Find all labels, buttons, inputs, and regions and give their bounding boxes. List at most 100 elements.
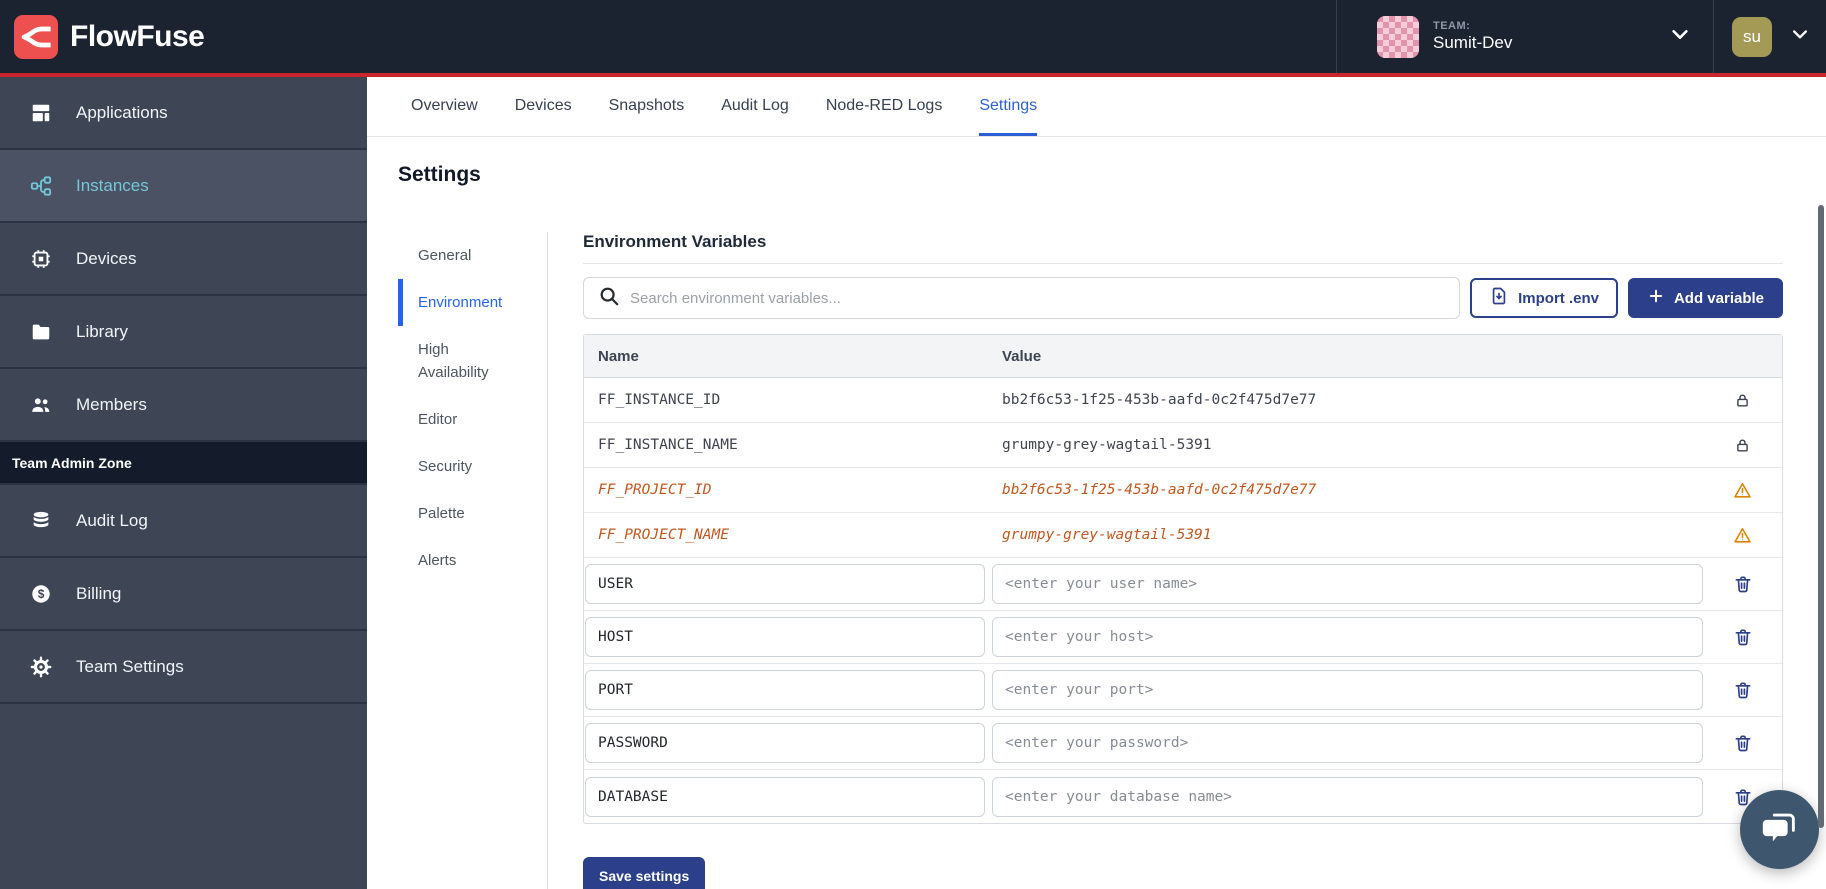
env-var-value-input[interactable]	[992, 723, 1703, 763]
sidebar-item-library[interactable]: Library	[0, 296, 367, 369]
plus-icon	[1647, 287, 1665, 309]
svg-text:$: $	[38, 587, 45, 601]
lock-icon	[1703, 437, 1782, 454]
topbar: FlowFuse TEAM: Sumit-Dev su	[0, 0, 1826, 77]
column-header-value: Value	[1002, 348, 1703, 365]
sidebar-item-applications[interactable]: Applications	[0, 77, 367, 150]
team-admin-zone-label: Team Admin Zone	[0, 442, 367, 485]
folder-icon	[30, 321, 52, 343]
env-var-value: grumpy-grey-wagtail-5391	[1002, 437, 1703, 453]
sidebar-item-instances[interactable]: Instances	[0, 150, 367, 223]
sidebar-item-billing[interactable]: $ Billing	[0, 558, 367, 631]
gear-icon	[30, 656, 52, 678]
env-var-value-input[interactable]	[992, 777, 1703, 817]
table-header: Name Value	[584, 335, 1782, 378]
flowfuse-logo-icon	[14, 15, 58, 59]
brand[interactable]: FlowFuse	[14, 15, 204, 59]
chevron-down-icon	[1790, 24, 1810, 49]
dollar-icon: $	[30, 583, 52, 605]
table-row-editable	[584, 717, 1782, 770]
column-header-name: Name	[584, 348, 1002, 365]
warning-icon	[1703, 481, 1782, 500]
env-var-name: FF_INSTANCE_ID	[584, 392, 1002, 408]
delete-variable-button[interactable]	[1733, 680, 1753, 700]
user-menu[interactable]: su	[1713, 0, 1826, 73]
settings-nav-palette[interactable]: Palette	[398, 490, 547, 537]
sidebar-item-audit-log[interactable]: Audit Log	[0, 485, 367, 558]
env-var-name: FF_PROJECT_NAME	[584, 527, 1002, 543]
search-icon	[598, 285, 620, 312]
sidebar-item-label: Team Settings	[76, 657, 184, 677]
settings-nav-general[interactable]: General	[398, 232, 547, 279]
users-icon	[30, 394, 52, 416]
table-row-editable	[584, 611, 1782, 664]
settings-nav-editor[interactable]: Editor	[398, 396, 547, 443]
table-row-editable	[584, 664, 1782, 717]
sidebar-item-label: Audit Log	[76, 511, 148, 531]
chat-widget-button[interactable]	[1740, 790, 1819, 869]
delete-variable-button[interactable]	[1733, 733, 1753, 753]
search-input[interactable]	[630, 290, 1445, 307]
env-var-value-input[interactable]	[992, 670, 1703, 710]
env-var-name-input[interactable]	[585, 564, 985, 604]
env-var-name: FF_INSTANCE_NAME	[584, 437, 1002, 453]
tab-audit-log[interactable]: Audit Log	[721, 77, 789, 136]
settings-nav-security[interactable]: Security	[398, 443, 547, 490]
sidebar-item-label: Members	[76, 395, 147, 415]
user-avatar: su	[1732, 17, 1772, 57]
import-env-button[interactable]: Import .env	[1470, 278, 1618, 318]
tab-settings[interactable]: Settings	[979, 77, 1037, 136]
env-var-value: grumpy-grey-wagtail-5391	[1002, 527, 1703, 543]
tab-overview[interactable]: Overview	[411, 77, 478, 136]
add-variable-button[interactable]: Add variable	[1628, 278, 1783, 318]
warning-icon	[1703, 526, 1782, 545]
table-row-deprecated: FF_PROJECT_NAME grumpy-grey-wagtail-5391	[584, 513, 1782, 558]
delete-variable-button[interactable]	[1733, 627, 1753, 647]
table-row-deprecated: FF_PROJECT_ID bb2f6c53-1f25-453b-aafd-0c…	[584, 468, 1782, 513]
env-var-name-input[interactable]	[585, 777, 985, 817]
sidebar-item-team-settings[interactable]: Team Settings	[0, 631, 367, 704]
settings-page: Settings General Environment High Availa…	[367, 137, 1826, 889]
env-var-value: bb2f6c53-1f25-453b-aafd-0c2f475d7e77	[1002, 482, 1703, 498]
env-table: Name Value FF_INSTANCE_ID bb2f6c53-1f25-…	[583, 334, 1783, 824]
chevron-down-icon	[1669, 23, 1691, 50]
settings-nav-high-availability[interactable]: High Availability	[398, 326, 547, 396]
import-file-icon	[1489, 286, 1509, 310]
table-row: FF_INSTANCE_NAME grumpy-grey-wagtail-539…	[584, 423, 1782, 468]
env-var-value-input[interactable]	[992, 564, 1703, 604]
save-settings-button[interactable]: Save settings	[583, 857, 705, 889]
brand-name: FlowFuse	[70, 20, 204, 54]
team-text: TEAM: Sumit-Dev	[1433, 20, 1512, 53]
team-avatar	[1377, 16, 1419, 58]
team-selector[interactable]: TEAM: Sumit-Dev	[1336, 0, 1713, 73]
flowfuse-app: FlowFuse TEAM: Sumit-Dev su	[0, 0, 1826, 889]
table-row: FF_INSTANCE_ID bb2f6c53-1f25-453b-aafd-0…	[584, 378, 1782, 423]
sidebar-item-label: Billing	[76, 584, 121, 604]
chat-bubble-icon	[1759, 806, 1801, 853]
topbar-right: TEAM: Sumit-Dev su	[1336, 0, 1826, 73]
env-var-name: FF_PROJECT_ID	[584, 482, 1002, 498]
sidebar-item-label: Devices	[76, 249, 136, 269]
delete-variable-button[interactable]	[1733, 574, 1753, 594]
scrollbar-thumb[interactable]	[1818, 205, 1824, 828]
tab-devices[interactable]: Devices	[515, 77, 572, 136]
tab-snapshots[interactable]: Snapshots	[609, 77, 685, 136]
table-row-editable	[584, 770, 1782, 823]
sidebar-item-members[interactable]: Members	[0, 369, 367, 442]
tab-node-red-logs[interactable]: Node-RED Logs	[826, 77, 943, 136]
database-icon	[30, 510, 52, 532]
sidebar-item-label: Instances	[76, 176, 149, 196]
settings-nav-alerts[interactable]: Alerts	[398, 537, 547, 584]
env-var-name-input[interactable]	[585, 723, 985, 763]
env-var-name-input[interactable]	[585, 670, 985, 710]
settings-nav-environment[interactable]: Environment	[398, 279, 547, 326]
lock-icon	[1703, 392, 1782, 409]
env-var-value-input[interactable]	[992, 617, 1703, 657]
page-title: Settings	[398, 163, 1826, 187]
search-box	[583, 277, 1460, 319]
sidebar-item-devices[interactable]: Devices	[0, 223, 367, 296]
instances-icon	[30, 175, 52, 197]
env-var-name-input[interactable]	[585, 617, 985, 657]
instance-tabbar: Overview Devices Snapshots Audit Log Nod…	[367, 77, 1826, 137]
settings-nav: General Environment High Availability Ed…	[398, 232, 548, 889]
